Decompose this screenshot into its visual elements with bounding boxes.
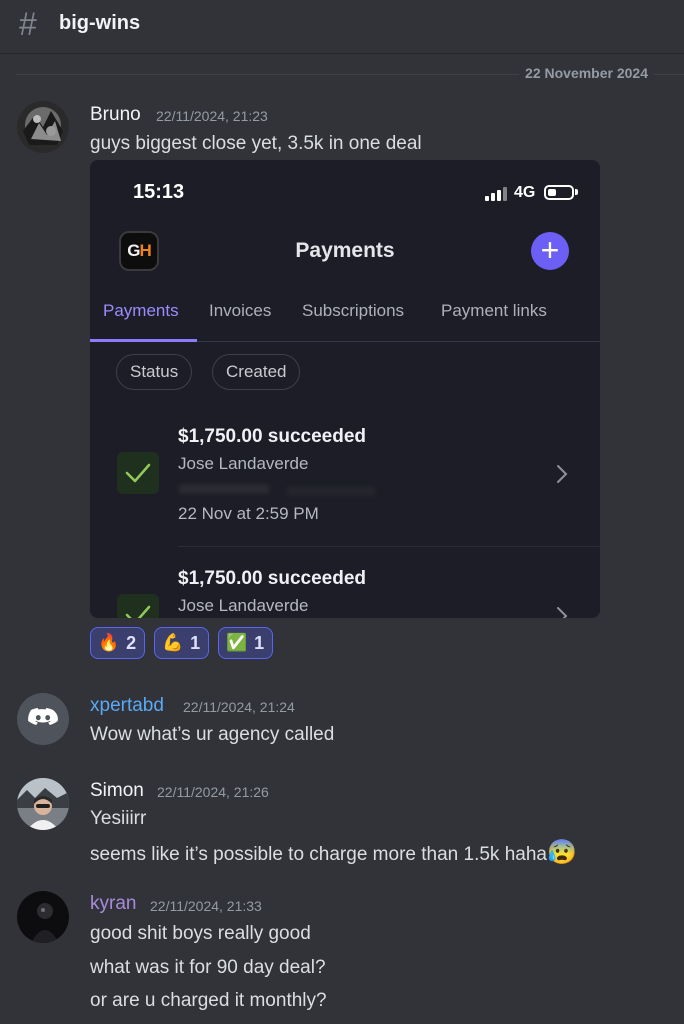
tab-payment-links[interactable]: Payment links [441, 301, 547, 321]
row-divider [178, 546, 600, 547]
date-divider: 22 November 2024 [519, 65, 654, 81]
payment-amount[interactable]: $1,750.00 succeeded [178, 426, 366, 448]
chevron-right-icon[interactable] [556, 606, 568, 618]
reaction-count: 1 [254, 632, 265, 653]
message-text: Yesiiirr [90, 808, 147, 829]
anxious-face-emoji: 😰 [546, 839, 577, 866]
image-attachment[interactable]: 15:13 4G GH Payments + Payments Invoices… [90, 160, 600, 618]
check-icon [117, 452, 159, 494]
payment-date: 22 Nov at 2:59 PM [178, 504, 319, 523]
discord-logo-icon [28, 708, 58, 725]
tab-subscriptions[interactable]: Subscriptions [302, 301, 404, 321]
check-mark-emoji: ✅ [226, 633, 248, 652]
hash-icon: # [19, 6, 37, 42]
payment-customer: Jose Landaverde [178, 596, 309, 615]
message-timestamp: 22/11/2024, 21:23 [156, 108, 268, 124]
page-title: Payments [295, 239, 395, 262]
reaction-fire[interactable]: 🔥 2 [90, 627, 146, 659]
check-icon [117, 594, 159, 618]
message-author[interactable]: Simon [90, 780, 144, 802]
avatar[interactable] [17, 101, 69, 153]
message-text-content: seems like it’s possible to charge more … [90, 844, 547, 865]
message-timestamp: 22/11/2024, 21:24 [183, 699, 295, 715]
tab-invoices[interactable]: Invoices [209, 301, 271, 321]
active-tab-indicator [90, 339, 197, 342]
message-author[interactable]: kyran [90, 893, 136, 915]
payment-customer: Jose Landaverde [178, 454, 309, 473]
message-author[interactable]: Bruno [90, 104, 141, 126]
battery-nub [575, 189, 578, 195]
signal-icon [485, 187, 507, 201]
add-button[interactable]: + [531, 232, 569, 270]
message-text: guys biggest close yet, 3.5k in one deal [90, 133, 422, 154]
payment-amount[interactable]: $1,750.00 succeeded [178, 568, 366, 590]
message-timestamp: 22/11/2024, 21:26 [157, 784, 269, 800]
reaction-flexed-biceps[interactable]: 💪 1 [154, 627, 210, 659]
status-bar-time: 15:13 [133, 181, 185, 203]
message-text: Wow what’s ur agency called [90, 724, 335, 745]
message-text: seems like it’s possible to charge more … [90, 838, 577, 867]
message-timestamp: 22/11/2024, 21:33 [150, 898, 262, 914]
flexed-biceps-emoji: 💪 [162, 633, 184, 652]
message-text: what was it for 90 day deal? [90, 957, 326, 978]
avatar[interactable] [17, 778, 69, 830]
redacted-text [286, 486, 376, 496]
channel-name[interactable]: big-wins [59, 12, 140, 35]
reaction-check-mark[interactable]: ✅ 1 [218, 627, 274, 659]
reaction-count: 1 [190, 632, 201, 653]
created-filter-chip[interactable]: Created [212, 354, 301, 390]
message-text: or are u charged it monthly? [90, 990, 327, 1011]
message-text: good shit boys really good [90, 923, 311, 944]
battery-icon [544, 185, 574, 200]
tab-payments[interactable]: Payments [103, 301, 179, 321]
avatar[interactable] [17, 891, 69, 943]
avatar[interactable] [17, 693, 69, 745]
network-label: 4G [514, 184, 536, 201]
status-filter-chip[interactable]: Status [116, 354, 193, 390]
chevron-right-icon[interactable] [556, 464, 568, 484]
fire-emoji: 🔥 [98, 633, 120, 652]
redacted-text [178, 484, 270, 494]
message-author[interactable]: xpertabd [90, 695, 164, 717]
reaction-count: 2 [126, 632, 137, 653]
channel-header: # big-wins [0, 0, 684, 54]
